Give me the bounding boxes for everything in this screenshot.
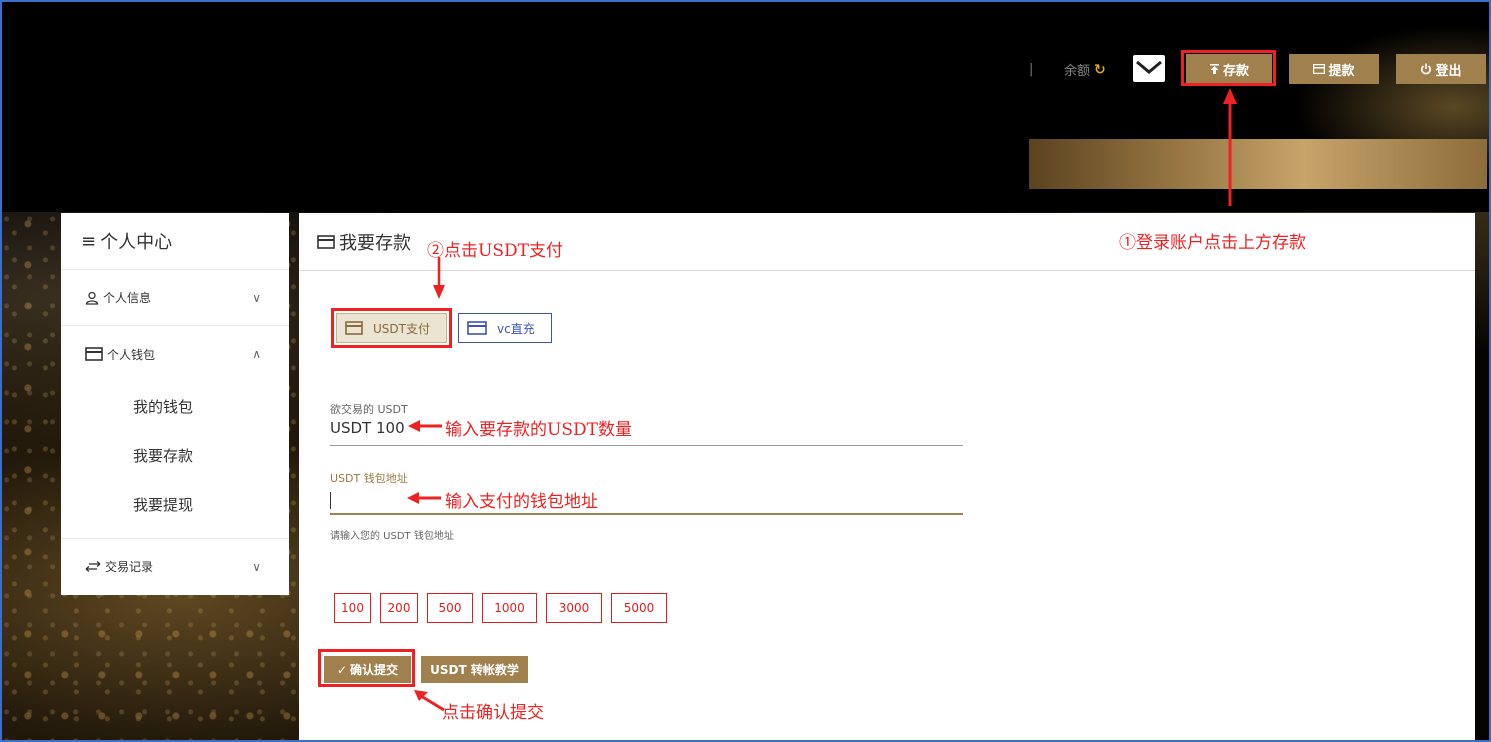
sidebar-item-personal-info[interactable]: 个人信息 ∨: [61, 270, 289, 326]
withdraw-label: 提款: [1328, 63, 1355, 79]
card-icon: [1313, 64, 1326, 74]
sidebar-item-label: 个人信息: [103, 291, 152, 305]
withdraw-button[interactable]: 提款: [1289, 54, 1379, 84]
wallet-icon: [85, 347, 103, 361]
gold-banner-strip: [1029, 139, 1487, 189]
address-field-label: USDT 钱包地址: [330, 472, 408, 485]
usdt-tutorial-button[interactable]: USDT 转帐教学: [421, 656, 528, 683]
annotation-amount-hint: 输入要存款的USDT数量: [445, 420, 632, 440]
sidebar-title-text: 个人中心: [100, 232, 173, 253]
annotation-arrow-left: [408, 420, 442, 432]
amount-button-500[interactable]: 500: [427, 593, 473, 623]
chevron-down-icon: ∨: [252, 559, 261, 574]
annotation-step2: ②点击USDT支付: [427, 241, 563, 261]
chevron-up-icon: ∧: [252, 347, 261, 361]
amount-button-200[interactable]: 200: [380, 593, 418, 623]
sidebar-item-transactions[interactable]: 交易记录 ∨: [61, 538, 289, 594]
card-icon: [467, 321, 487, 335]
address-field-hint: 请输入您的 USDT 钱包地址: [330, 531, 454, 542]
chevron-down-icon: ∨: [252, 290, 261, 305]
sidebar: ≡ 个人中心 个人信息 ∨ 个人钱包 ∧ 我的钱包 我要存款 我要提现 交易记录…: [61, 213, 289, 595]
sidebar-subitem-deposit[interactable]: 我要存款: [61, 431, 289, 480]
power-icon: [1421, 63, 1432, 75]
sidebar-subitem-withdraw[interactable]: 我要提现: [61, 480, 289, 529]
annotation-arrow-left: [407, 492, 441, 504]
transfer-icon: [85, 560, 101, 572]
menu-icon[interactable]: ≡: [81, 231, 96, 252]
logout-button[interactable]: 登出: [1396, 54, 1486, 84]
amount-button-5000[interactable]: 5000: [611, 593, 667, 623]
annotation-arrow-diagonal: [414, 690, 445, 712]
tab-label: vc直充: [497, 321, 535, 336]
refresh-icon[interactable]: ↻: [1094, 62, 1106, 78]
amount-field[interactable]: USDT 100: [330, 419, 405, 437]
deposit-panel: 我要存款 USDT支付 vc直充 欲交易的 USDT USDT 100 USDT…: [299, 213, 1475, 740]
quick-amounts: 100 200 500 1000 3000 5000: [334, 593, 667, 623]
amount-field-label: 欲交易的 USDT: [330, 403, 408, 416]
amount-field-underline: [330, 445, 963, 446]
annotation-arrow-up: [1223, 88, 1237, 206]
highlight-deposit: [1181, 50, 1276, 86]
annotation-address-hint: 输入支付的钱包地址: [445, 492, 598, 512]
text-caret: [330, 492, 331, 509]
sidebar-item-label: 交易记录: [105, 560, 154, 574]
tab-vc-topup[interactable]: vc直充: [458, 313, 552, 343]
highlight-confirm: [318, 649, 415, 687]
amount-button-100[interactable]: 100: [334, 593, 371, 623]
amount-button-3000[interactable]: 3000: [546, 593, 602, 623]
annotation-arrow-down: [433, 257, 445, 299]
highlight-usdt-tab: [331, 308, 452, 348]
sidebar-item-label: 个人钱包: [107, 347, 156, 362]
sidebar-item-wallet[interactable]: 个人钱包 ∧: [61, 326, 289, 382]
mail-icon[interactable]: [1133, 55, 1165, 82]
card-icon: [317, 234, 335, 249]
balance-display: 余额 ↻: [1064, 60, 1106, 80]
sidebar-subitem-my-wallet[interactable]: 我的钱包: [61, 382, 289, 431]
user-icon: [85, 291, 99, 305]
sidebar-title: ≡ 个人中心: [61, 213, 289, 270]
balance-label: 余额: [1064, 64, 1091, 79]
annotation-confirm-hint: 点击确认提交: [442, 703, 544, 723]
logout-label: 登出: [1435, 63, 1462, 79]
amount-button-1000[interactable]: 1000: [482, 593, 537, 623]
page-title-text: 我要存款: [339, 232, 411, 254]
header-separator: |: [1029, 62, 1034, 77]
annotation-step1: ①登录账户点击上方存款: [1119, 233, 1306, 253]
